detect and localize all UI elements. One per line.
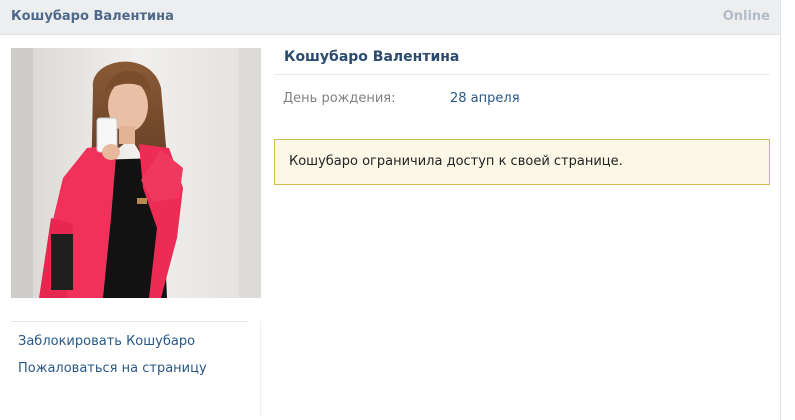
block-user-link[interactable]: Заблокировать Кошубаро xyxy=(18,334,195,349)
left-column-divider xyxy=(11,321,248,322)
profile-photo-image xyxy=(11,48,261,298)
left-column-border xyxy=(260,321,261,416)
online-status: Online xyxy=(722,9,770,24)
header-user-name[interactable]: Кошубаро Валентина xyxy=(11,9,174,24)
birthday-label: День рождения: xyxy=(283,91,396,106)
restricted-access-notice: Кошубаро ограничила доступ к своей стран… xyxy=(274,139,770,185)
profile-window: Кошубаро Валентина Online Заблокировать … xyxy=(0,0,781,420)
profile-photo[interactable] xyxy=(11,48,261,298)
notice-text: Кошубаро ограничила доступ к своей стран… xyxy=(289,154,623,169)
report-page-link[interactable]: Пожаловаться на страницу xyxy=(18,361,207,376)
page-scrollbar[interactable] xyxy=(781,0,795,420)
birthday-value[interactable]: 28 апреля xyxy=(450,91,520,106)
profile-name: Кошубаро Валентина xyxy=(284,49,460,65)
top-bar: Кошубаро Валентина Online xyxy=(0,0,780,35)
profile-name-divider xyxy=(274,74,770,75)
